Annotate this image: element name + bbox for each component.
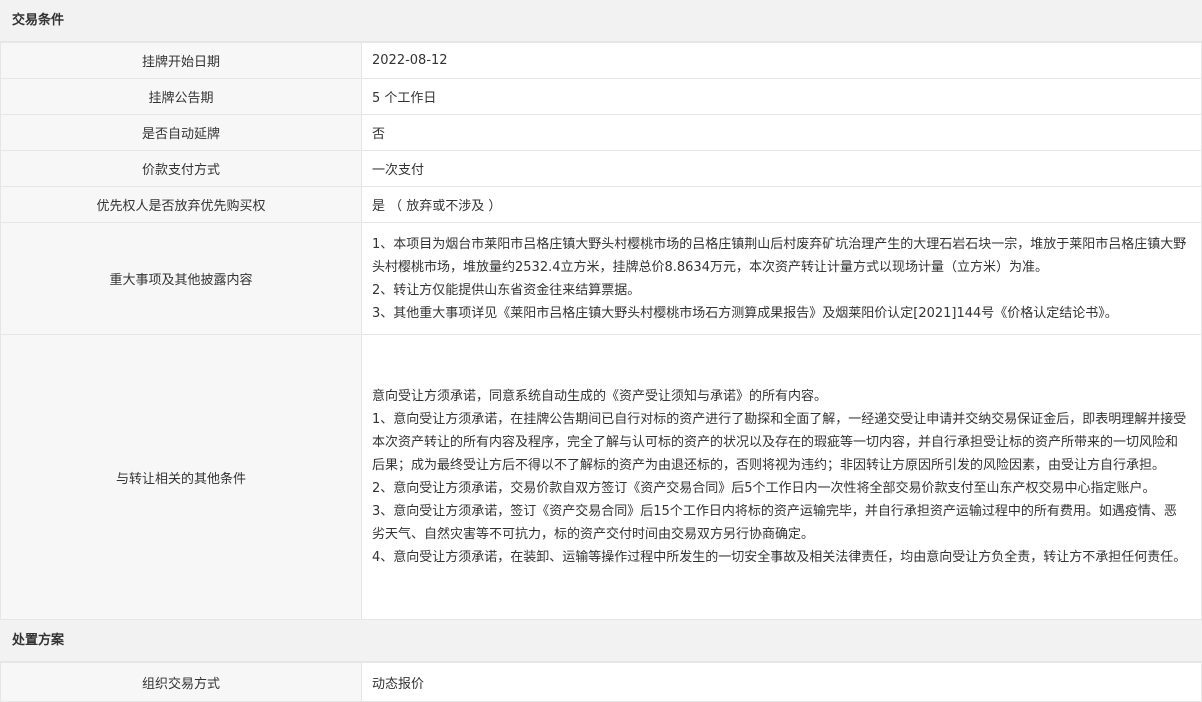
row-label-listing-start-date: 挂牌开始日期 [0,42,362,79]
table-row: 是否自动延牌 否 [0,114,1202,151]
table-row: 优先权人是否放弃优先购买权 是 （ 放弃或不涉及 ） [0,186,1202,223]
row-label-payment-method: 价款支付方式 [0,150,362,187]
row-value-trade-method: 动态报价 [361,662,1202,702]
row-label-preemptive-right: 优先权人是否放弃优先购买权 [0,186,362,223]
row-label-trade-method: 组织交易方式 [0,662,362,702]
disposal-plan-table: 组织交易方式 动态报价 [0,662,1202,702]
row-value-payment-method: 一次支付 [361,150,1202,187]
table-row: 挂牌开始日期 2022-08-12 [0,42,1202,79]
major-matters-line: 1、本项目为烟台市莱阳市吕格庄镇大野头村樱桃市场的吕格庄镇荆山后村废弃矿坑治理产… [372,236,1187,275]
table-row: 与转让相关的其他条件 意向受让方须承诺，同意系统自动生成的《资产受让须知与承诺》… [0,334,1202,620]
row-label-other-conditions: 与转让相关的其他条件 [0,334,362,620]
row-label-auto-extend: 是否自动延牌 [0,114,362,151]
table-row: 价款支付方式 一次支付 [0,150,1202,187]
other-conditions-line: 4、意向受让方须承诺，在装卸、运输等操作过程中所发生的一切安全事故及相关法律责任… [372,550,1187,565]
other-conditions-line: 2、意向受让方须承诺，交易价款自双方签订《资产交易合同》后5个工作日内一次性将全… [372,481,1156,496]
row-value-auto-extend: 否 [361,114,1202,151]
section-title-trade-conditions: 交易条件 [0,0,1202,42]
other-conditions-line: 意向受让方须承诺，同意系统自动生成的《资产受让须知与承诺》的所有内容。 [372,389,828,404]
asset-detail-page: 交易条件 挂牌开始日期 2022-08-12 挂牌公告期 5 个工作日 是否自动… [0,0,1202,702]
row-label-announcement-period: 挂牌公告期 [0,78,362,115]
row-label-major-matters: 重大事项及其他披露内容 [0,222,362,335]
row-value-announcement-period: 5 个工作日 [361,78,1202,115]
section-title-disposal-plan: 处置方案 [0,620,1202,662]
row-value-preemptive-right: 是 （ 放弃或不涉及 ） [361,186,1202,223]
row-value-major-matters: 1、本项目为烟台市莱阳市吕格庄镇大野头村樱桃市场的吕格庄镇荆山后村废弃矿坑治理产… [361,222,1202,335]
major-matters-line: 3、其他重大事项详见《莱阳市吕格庄镇大野头村樱桃市场石方测算成果报告》及烟莱阳价… [372,305,1118,321]
major-matters-line: 2、转让方仅能提供山东省资金往来结算票据。 [372,282,641,298]
other-conditions-line: 3、意向受让方须承诺，签订《资产交易合同》后15个工作日内将标的资产运输完毕，并… [372,504,1177,542]
row-value-other-conditions: 意向受让方须承诺，同意系统自动生成的《资产受让须知与承诺》的所有内容。 1、意向… [361,334,1202,620]
trade-conditions-table: 挂牌开始日期 2022-08-12 挂牌公告期 5 个工作日 是否自动延牌 否 … [0,42,1202,620]
table-row: 组织交易方式 动态报价 [0,662,1202,702]
table-row: 重大事项及其他披露内容 1、本项目为烟台市莱阳市吕格庄镇大野头村樱桃市场的吕格庄… [0,222,1202,335]
other-conditions-line: 1、意向受让方须承诺，在挂牌公告期间已自行对标的资产进行了勘探和全面了解，一经递… [372,412,1187,473]
table-row: 挂牌公告期 5 个工作日 [0,78,1202,115]
row-value-listing-start-date: 2022-08-12 [361,42,1202,79]
